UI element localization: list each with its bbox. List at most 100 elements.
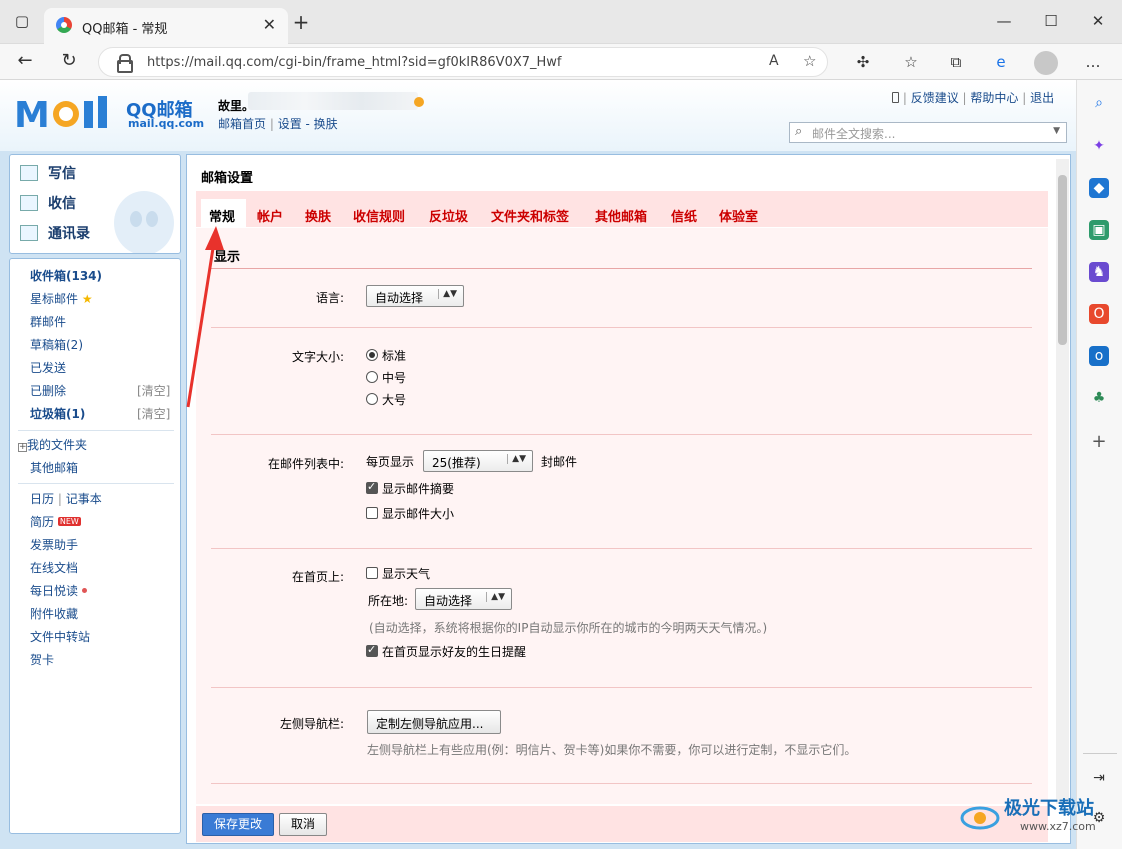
url-text: https://mail.qq.com/cgi-bin/frame_html?s…: [147, 55, 562, 70]
separator: |: [1018, 91, 1031, 105]
divider: [211, 687, 1032, 688]
homepage-label: 在首页上:: [291, 570, 344, 584]
app-online-docs[interactable]: 在线文档: [30, 559, 78, 576]
calendar-link[interactable]: 日历: [30, 492, 54, 506]
tab-rules[interactable]: 收信规则: [353, 206, 405, 225]
read-aloud-icon[interactable]: A: [769, 53, 779, 69]
tab-actions-icon[interactable]: ▢: [11, 11, 33, 33]
scrollbar-thumb[interactable]: [1058, 175, 1067, 345]
chevron-down-icon[interactable]: ▼: [1053, 126, 1060, 136]
notes-link[interactable]: 记事本: [66, 492, 102, 506]
fontsize-label: 文字大小:: [291, 350, 344, 364]
write-button[interactable]: 写信: [20, 163, 76, 183]
mail-home-link[interactable]: 邮箱首页: [218, 117, 266, 131]
extensions-icon[interactable]: ✣: [852, 52, 874, 74]
hide-sidebar-icon[interactable]: ⇥: [1089, 768, 1109, 788]
my-folders[interactable]: +我的文件夹: [18, 436, 87, 453]
fontsize-medium-label: 中号: [382, 371, 407, 385]
help-link[interactable]: 帮助中心: [970, 91, 1018, 105]
mail-search-input[interactable]: ⌕ 邮件全文搜索... ▼: [789, 122, 1067, 143]
app-daily-reading[interactable]: 每日悦读: [30, 582, 87, 599]
phone-icon[interactable]: [892, 92, 899, 103]
save-button[interactable]: 保存更改: [202, 813, 274, 836]
logout-link[interactable]: 退出: [1030, 91, 1054, 105]
watermark-logo-icon: [960, 806, 1000, 830]
tab-other-mail[interactable]: 其他邮箱: [595, 206, 647, 225]
fontsize-standard-radio[interactable]: [366, 349, 378, 361]
settings-link[interactable]: 设置: [278, 117, 302, 131]
fontsize-large-radio[interactable]: [366, 393, 378, 405]
address-bar[interactable]: https://mail.qq.com/cgi-bin/frame_html?s…: [98, 47, 828, 77]
show-summary-label: 显示邮件摘要: [382, 482, 455, 496]
skin-link[interactable]: 换肤: [314, 117, 338, 131]
tab-title: QQ邮箱 - 常规: [82, 22, 168, 37]
maximize-icon[interactable]: ☐: [1040, 11, 1062, 33]
folder-group[interactable]: 群邮件: [30, 313, 66, 330]
clear-deleted-link[interactable]: [清空]: [137, 382, 170, 399]
folder-deleted[interactable]: 已删除: [30, 382, 66, 399]
outlook-icon[interactable]: o: [1089, 346, 1109, 366]
other-mailbox[interactable]: 其他邮箱: [30, 459, 78, 476]
watermark-title: 极光下载站: [1004, 798, 1094, 819]
add-icon[interactable]: +: [1089, 432, 1109, 452]
app-attachments[interactable]: 附件收藏: [30, 605, 78, 622]
tab-antispam[interactable]: 反垃圾: [429, 206, 468, 225]
folder-spam[interactable]: 垃圾箱(1): [30, 405, 85, 422]
games-icon[interactable]: ♞: [1089, 262, 1109, 282]
browser-tab[interactable]: QQ邮箱 - 常规 ✕: [44, 8, 288, 44]
contacts-button[interactable]: 通讯录: [20, 223, 90, 243]
location-select[interactable]: 自动选择 ▲▼: [415, 588, 512, 610]
refresh-icon[interactable]: ↻: [58, 51, 80, 73]
tab-account[interactable]: 帐户: [257, 206, 283, 225]
window-close-icon[interactable]: ✕: [1087, 11, 1109, 33]
app-resume[interactable]: 简历 NEW: [30, 513, 81, 530]
profile-avatar[interactable]: [1034, 51, 1058, 75]
shopping-icon[interactable]: ◆: [1089, 178, 1109, 198]
folder-drafts[interactable]: 草稿箱(2): [30, 336, 83, 353]
header-links: 邮箱首页 | 设置 - 换肤: [218, 115, 338, 132]
tools-icon[interactable]: ▣: [1089, 220, 1109, 240]
favorites-icon[interactable]: ☆: [900, 52, 922, 74]
feedback-link[interactable]: 反馈建议: [911, 91, 959, 105]
folder-sent[interactable]: 已发送: [30, 359, 66, 376]
edge-sidebar: ⌕ ✦ ◆ ▣ ♞ O o ♣ + ⇥ ⚙: [1076, 80, 1122, 849]
location-label: 所在地:: [368, 594, 409, 608]
show-weather-checkbox[interactable]: [366, 567, 378, 579]
fontsize-medium-radio[interactable]: [366, 371, 378, 383]
add-favorite-icon[interactable]: ☆: [803, 52, 816, 70]
receive-button[interactable]: 收信: [20, 193, 76, 213]
section-divider: [211, 268, 1032, 269]
tab-folders-labels[interactable]: 文件夹和标签: [491, 206, 569, 225]
search-icon[interactable]: ⌕: [1089, 93, 1109, 113]
tab-lab[interactable]: 体验室: [719, 206, 758, 225]
tab-stationery[interactable]: 信纸: [671, 206, 697, 225]
more-menu-icon[interactable]: …: [1082, 52, 1104, 74]
folder-inbox[interactable]: 收件箱(134): [30, 267, 102, 284]
folder-starred[interactable]: 星标邮件 ★: [30, 290, 93, 307]
per-page-select[interactable]: 25(推荐) ▲▼: [423, 450, 533, 472]
clear-spam-link[interactable]: [清空]: [137, 405, 170, 422]
back-icon[interactable]: ←: [14, 51, 36, 73]
new-tab-icon[interactable]: +: [290, 12, 312, 34]
show-size-checkbox[interactable]: [366, 507, 378, 519]
show-summary-checkbox[interactable]: [366, 480, 378, 494]
contacts-label: 通讯录: [48, 226, 90, 242]
office-icon[interactable]: O: [1089, 304, 1109, 324]
collections-icon[interactable]: ⧉: [945, 52, 967, 74]
copilot-icon[interactable]: ✦: [1089, 136, 1109, 156]
status-dot-icon: [414, 97, 424, 107]
drop-icon[interactable]: ♣: [1089, 388, 1109, 408]
app-invoice[interactable]: 发票助手: [30, 536, 78, 553]
minimize-icon[interactable]: —: [993, 11, 1015, 33]
svg-text:M: M: [14, 95, 50, 133]
tab-skin[interactable]: 换肤: [305, 206, 331, 225]
cancel-button[interactable]: 取消: [279, 813, 327, 836]
app-file-transfer[interactable]: 文件中转站: [30, 628, 90, 645]
language-select[interactable]: 自动选择 ▲▼: [366, 285, 464, 307]
app-cards[interactable]: 贺卡: [30, 651, 54, 668]
tab-close-icon[interactable]: ✕: [263, 15, 276, 34]
customize-leftnav-button[interactable]: 定制左侧导航应用...: [367, 710, 501, 734]
divider: [211, 548, 1032, 549]
birthday-checkbox[interactable]: [366, 643, 378, 657]
edge-icon[interactable]: e: [990, 52, 1012, 74]
